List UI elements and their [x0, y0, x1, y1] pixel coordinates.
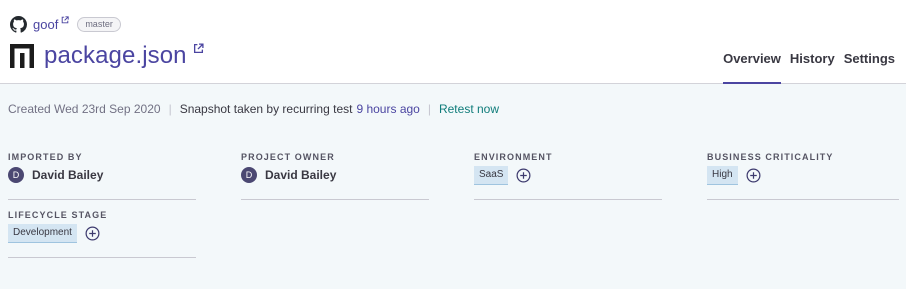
- business-criticality-attribute: BUSINESS CRITICALITY High: [707, 152, 834, 185]
- lifecycle-tag[interactable]: Development: [8, 224, 77, 243]
- divider: [707, 199, 899, 200]
- user-name: David Bailey: [32, 168, 104, 182]
- lifecycle-stage-label: LIFECYCLE STAGE: [8, 210, 108, 220]
- retest-link[interactable]: Retest now: [439, 102, 499, 116]
- environment-tag[interactable]: SaaS: [474, 166, 509, 185]
- environment-attribute: ENVIRONMENT SaaS: [474, 152, 553, 185]
- divider: [474, 199, 662, 200]
- project-owner-attribute: PROJECT OWNER D David Bailey: [241, 152, 336, 183]
- repo-link[interactable]: goof: [33, 17, 58, 32]
- project-tabs: Overview History Settings: [714, 48, 895, 84]
- project-header: goof master package.json Overview Histor…: [0, 0, 906, 84]
- divider: [241, 199, 429, 200]
- created-date: Created Wed 23rd Sep 2020: [8, 102, 161, 116]
- plus-circle-icon[interactable]: [516, 168, 531, 183]
- avatar: D: [241, 167, 257, 183]
- divider: [8, 257, 196, 258]
- environment-tags: SaaS: [474, 166, 553, 185]
- github-icon: [10, 15, 27, 33]
- imported-by-user: D David Bailey: [8, 167, 103, 183]
- title-row: package.json: [10, 41, 204, 71]
- project-owner-user[interactable]: D David Bailey: [241, 167, 336, 183]
- lifecycle-stage-tags: Development: [8, 224, 107, 243]
- external-link-icon[interactable]: [193, 42, 204, 54]
- user-name: David Bailey: [265, 168, 337, 182]
- imported-by-label: IMPORTED BY: [8, 152, 83, 162]
- tab-history[interactable]: History: [790, 48, 835, 84]
- business-criticality-label: BUSINESS CRITICALITY: [707, 152, 834, 162]
- project-owner-label: PROJECT OWNER: [241, 152, 335, 162]
- overview-panel: Created Wed 23rd Sep 2020 | Snapshot tak…: [0, 84, 906, 289]
- tab-overview[interactable]: Overview: [723, 48, 781, 84]
- tab-settings[interactable]: Settings: [844, 48, 895, 84]
- meta-separator: |: [168, 102, 172, 116]
- snapshot-time: 9 hours ago: [356, 102, 420, 116]
- plus-circle-icon[interactable]: [85, 226, 100, 241]
- avatar: D: [8, 167, 24, 183]
- imported-by-attribute: IMPORTED BY D David Bailey: [8, 152, 103, 183]
- page-title: package.json: [44, 42, 187, 69]
- plus-circle-icon[interactable]: [746, 168, 761, 183]
- business-criticality-tags: High: [707, 166, 834, 185]
- external-link-icon[interactable]: [61, 16, 69, 24]
- repo-breadcrumb: goof master: [10, 14, 121, 34]
- snapshot-text: Snapshot taken by recurring test: [179, 102, 353, 116]
- snapshot-meta: Created Wed 23rd Sep 2020 | Snapshot tak…: [8, 102, 499, 116]
- branch-badge: master: [77, 16, 121, 32]
- divider: [8, 199, 196, 200]
- meta-separator: |: [427, 102, 431, 116]
- environment-label: ENVIRONMENT: [474, 152, 553, 162]
- npm-package-icon: [10, 44, 34, 68]
- lifecycle-stage-attribute: LIFECYCLE STAGE Development: [8, 210, 107, 243]
- criticality-tag[interactable]: High: [707, 166, 738, 185]
